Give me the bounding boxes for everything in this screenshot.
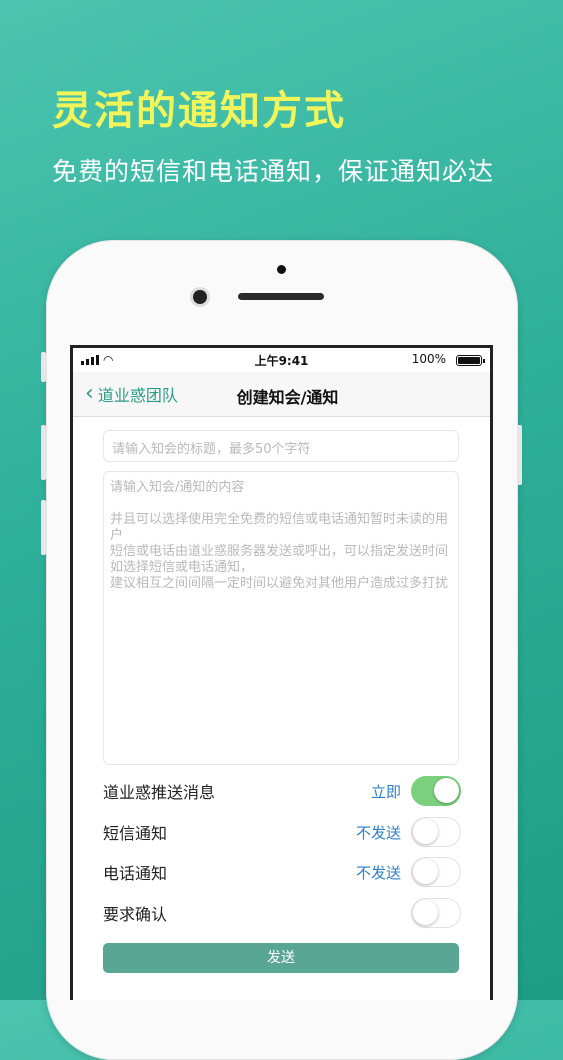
option-label: 要求确认	[103, 905, 168, 924]
phone-volume-down	[41, 500, 46, 555]
option-row-sms: 短信通知 不发送	[103, 816, 461, 848]
phone-call-toggle[interactable]	[411, 857, 461, 887]
option-label: 电话通知	[103, 864, 168, 883]
option-state[interactable]: 不发送	[356, 862, 401, 883]
push-toggle[interactable]	[411, 776, 461, 806]
require-confirm-toggle[interactable]	[411, 898, 461, 928]
option-label: 道业惑推送消息	[103, 783, 216, 802]
content-textarea[interactable]: 请输入知会/通知的内容 并且可以选择使用完全免费的短信或电话通知暂时未读的用户 …	[103, 471, 459, 765]
page-title: 创建知会/通知	[236, 388, 339, 407]
phone-mute-switch	[41, 352, 46, 382]
option-state[interactable]: 不发送	[356, 822, 401, 843]
status-bar: ◠ 上午9:41 100%	[73, 348, 490, 372]
option-row-push: 道业惑推送消息 立即	[103, 775, 461, 807]
promo-subline: 免费的短信和电话通知，保证通知必达	[52, 157, 495, 186]
front-camera-icon	[193, 290, 207, 304]
content-placeholder-line: 短信或电话由道业惑服务器发送或呼出，可以指定发送时间	[110, 544, 449, 559]
phone-volume-up	[41, 425, 46, 480]
content-placeholder-line: 并且可以选择使用完全免费的短信或电话通知暂时未读的用户	[110, 512, 449, 543]
phone-proximity-sensor	[277, 265, 286, 274]
phone-power-button	[517, 425, 522, 485]
content-placeholder-line: 建议相互之间间隔一定时间以避免对其他用户造成过多打扰	[110, 576, 449, 591]
battery-icon	[456, 355, 485, 366]
send-button[interactable]: 发送	[103, 943, 459, 973]
option-label: 短信通知	[103, 824, 168, 843]
title-input[interactable]: 请输入知会的标题，最多50个字符	[103, 430, 459, 462]
phone-speaker	[238, 293, 324, 300]
promo-headline: 灵活的通知方式	[52, 88, 346, 134]
option-row-phone: 电话通知 不发送	[103, 856, 461, 888]
content-placeholder-line: 如选择短信或电话通知，	[110, 560, 254, 575]
option-row-confirm: 要求确认	[103, 897, 461, 929]
content-placeholder-line: 请输入知会/通知的内容	[110, 480, 245, 495]
nav-bar: ‹ 道业惑团队 创建知会/通知	[73, 372, 490, 417]
phone-screen: ◠ 上午9:41 100% ‹ 道业惑团队 创建知会/通知 请输入知会的标题，最…	[70, 345, 493, 1000]
option-state[interactable]: 立即	[371, 781, 401, 802]
sms-toggle[interactable]	[411, 817, 461, 847]
battery-percent: 100%	[411, 352, 446, 366]
